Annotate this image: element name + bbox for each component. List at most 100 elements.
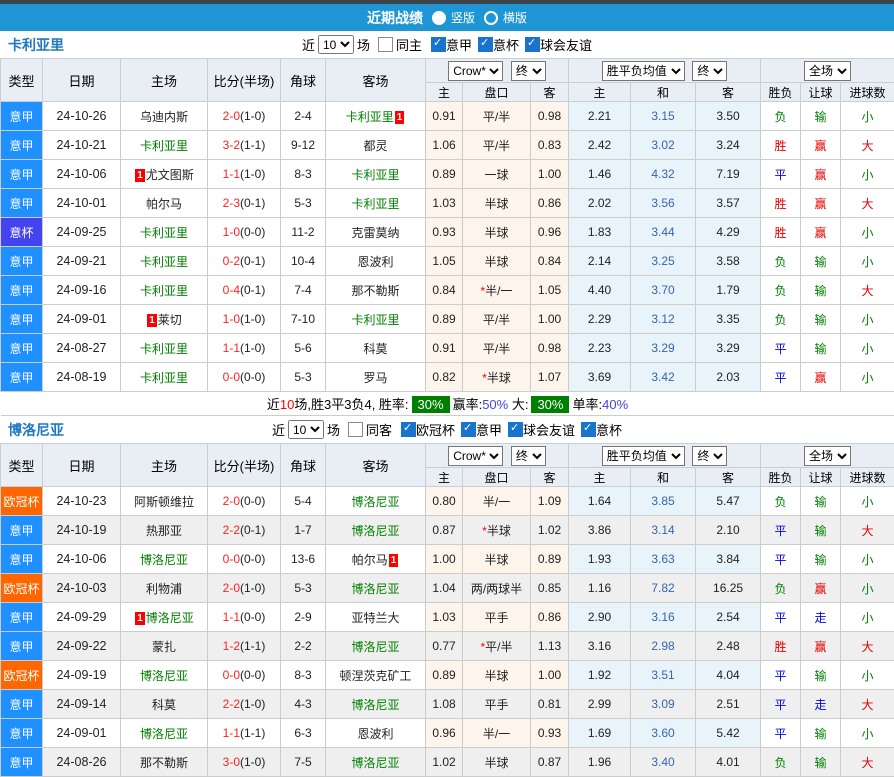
red-card-badge: 1 <box>395 111 405 124</box>
score-cell: 2-0(1-0) <box>208 102 281 131</box>
asian-away-odds: 0.89 <box>531 545 569 574</box>
home-team-name: 蒙扎 <box>152 640 176 654</box>
asian-away-odds: 0.81 <box>531 690 569 719</box>
asian-line: 半球 <box>463 247 531 276</box>
corner-cell: 4-3 <box>281 690 326 719</box>
result-handicap: 输 <box>801 661 841 690</box>
euro-away-odds: 2.03 <box>696 363 761 392</box>
asian-line: 平/半 <box>463 305 531 334</box>
red-card-badge: 1 <box>135 169 145 182</box>
result-handicap: 赢 <box>801 160 841 189</box>
fulltime-score: 3-0 <box>223 755 240 769</box>
euro-odds-select[interactable]: 胜平负均值 <box>602 446 685 466</box>
euro-home-odds: 2.99 <box>569 690 631 719</box>
euro-away-odds: 3.84 <box>696 545 761 574</box>
away-team: 克雷莫纳 <box>326 218 426 247</box>
away-team: 卡利亚里 <box>326 189 426 218</box>
same-away-checkbox[interactable] <box>348 422 363 437</box>
league-checkbox[interactable] <box>431 37 446 52</box>
result-goals: 小 <box>841 305 894 334</box>
result-handicap: 赢 <box>801 218 841 247</box>
score-cell: 2-3(0-1) <box>208 189 281 218</box>
euro-away-odds: 7.19 <box>696 160 761 189</box>
asian-line-text: 半/一 <box>483 727 510 741</box>
league-checkbox[interactable] <box>401 422 416 437</box>
recent-count-select[interactable]: 10 <box>288 420 324 439</box>
halftime-score: (1-0) <box>240 755 265 769</box>
away-team: 亚特兰大 <box>326 603 426 632</box>
col-ah-away: 客 <box>531 83 569 102</box>
asian-away-odds: 1.13 <box>531 632 569 661</box>
fulltime-score: 3-2 <box>223 138 240 152</box>
summary-text: 赢率: <box>453 397 483 412</box>
home-team-name: 博洛尼亚 <box>140 553 188 567</box>
halftime-score: (0-1) <box>240 283 265 297</box>
league-checkbox[interactable] <box>508 422 523 437</box>
same-home-checkbox[interactable] <box>378 37 393 52</box>
euro-time-select[interactable]: 终 <box>692 61 727 81</box>
home-team: 那不勒斯 <box>121 748 208 777</box>
away-team: 博洛尼亚 <box>326 632 426 661</box>
asian-line-text: 半/一 <box>483 495 510 509</box>
scope-select[interactable]: 全场 <box>804 446 851 466</box>
layout-radio-horizontal[interactable] <box>484 11 498 25</box>
away-team-name: 那不勒斯 <box>351 284 399 298</box>
euro-home-odds: 2.23 <box>569 334 631 363</box>
match-row: 欧冠杯24-10-23阿斯顿维拉2-0(0-0)5-4博洛尼亚0.80半/一1.… <box>1 487 894 516</box>
league-checkbox-label: 球会友谊 <box>523 423 575 438</box>
halftime-score: (1-1) <box>240 726 265 740</box>
euro-home-odds: 3.69 <box>569 363 631 392</box>
asian-line-text: 平/半 <box>485 640 512 654</box>
recent-count-select[interactable]: 10 <box>318 35 354 54</box>
asian-line-text: 平/半 <box>483 313 510 327</box>
layout-radio-vertical[interactable] <box>432 11 446 25</box>
asian-home-odds: 0.89 <box>426 661 463 690</box>
result-goals: 小 <box>841 102 894 131</box>
near-label: 近 <box>272 420 285 439</box>
euro-away-odds: 3.24 <box>696 131 761 160</box>
league-checkbox[interactable] <box>525 37 540 52</box>
odds-company-select[interactable]: Crow* <box>448 446 503 466</box>
team-name: 博洛尼亚 <box>8 420 64 440</box>
euro-home-odds: 2.29 <box>569 305 631 334</box>
odds-time-select[interactable]: 终 <box>511 61 546 81</box>
scope-select[interactable]: 全场 <box>804 61 851 81</box>
fulltime-score: 0-2 <box>223 254 240 268</box>
home-team-name: 阿斯顿维拉 <box>134 495 194 509</box>
halftime-score: (1-0) <box>240 167 265 181</box>
home-team: 卡利亚里 <box>121 334 208 363</box>
away-team-name: 博洛尼亚 <box>351 524 399 538</box>
asian-home-odds: 1.03 <box>426 189 463 218</box>
odds-company-select[interactable]: Crow* <box>448 61 503 81</box>
halftime-score: (1-0) <box>240 341 265 355</box>
asian-odds-header: Crow* 终 <box>426 444 569 468</box>
halftime-score: (0-0) <box>240 610 265 624</box>
asian-home-odds: 1.04 <box>426 574 463 603</box>
asian-home-odds: 1.03 <box>426 603 463 632</box>
league-checkbox[interactable] <box>461 422 476 437</box>
league-type-badge: 欧冠杯 <box>1 661 43 690</box>
asian-home-odds: 0.87 <box>426 516 463 545</box>
match-row: 意甲24-08-19卡利亚里0-0(0-0)5-3罗马0.82*半球1.073.… <box>1 363 894 392</box>
league-checkbox[interactable] <box>581 422 596 437</box>
euro-home-odds: 1.83 <box>569 218 631 247</box>
odds-time-select[interactable]: 终 <box>511 446 546 466</box>
fulltime-score: 0-0 <box>223 668 240 682</box>
result-wdl: 平 <box>761 661 801 690</box>
result-wdl: 负 <box>761 574 801 603</box>
euro-time-select[interactable]: 终 <box>692 446 727 466</box>
filter-controls: 近 10 场 同主 意甲意杯球会友谊 <box>302 35 592 54</box>
euro-odds-select[interactable]: 胜平负均值 <box>602 61 685 81</box>
home-team-name: 卡利亚里 <box>140 226 188 240</box>
asian-home-odds: 0.91 <box>426 334 463 363</box>
home-team: 博洛尼亚 <box>121 719 208 748</box>
fulltime-score: 1-1 <box>223 341 240 355</box>
asian-home-odds: 0.89 <box>426 305 463 334</box>
result-goals: 大 <box>841 632 894 661</box>
euro-draw-odds: 3.14 <box>631 516 696 545</box>
euro-draw-odds: 2.98 <box>631 632 696 661</box>
asian-away-odds: 0.96 <box>531 218 569 247</box>
match-row: 意甲24-10-06博洛尼亚0-0(0-0)13-6帕尔马11.00半球0.89… <box>1 545 894 574</box>
match-row: 意甲24-09-16卡利亚里0-4(0-1)7-4那不勒斯0.84*半/一1.0… <box>1 276 894 305</box>
league-checkbox[interactable] <box>478 37 493 52</box>
